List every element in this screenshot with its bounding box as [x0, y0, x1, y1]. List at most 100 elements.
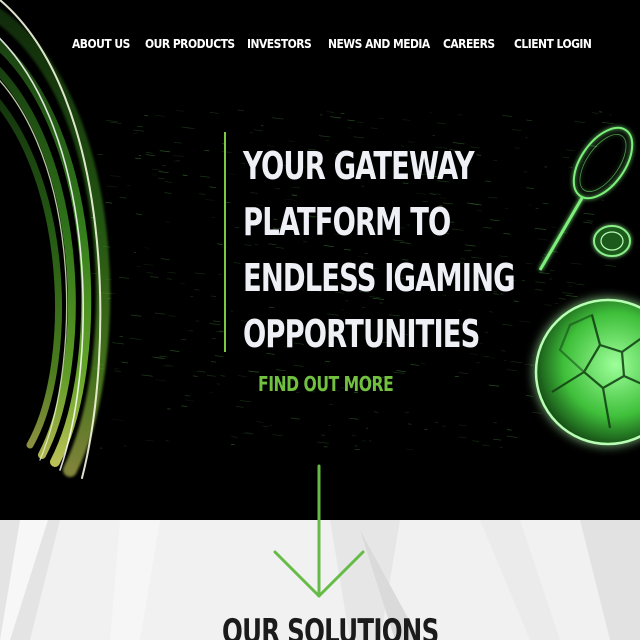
particle-streak [293, 364, 304, 367]
particle-streak [149, 276, 159, 278]
arrow-down-icon[interactable] [272, 462, 366, 602]
particle-streak [170, 350, 180, 352]
particle-streak [476, 362, 481, 364]
particle-streak [349, 417, 359, 420]
particle-streak [482, 444, 490, 447]
headline-line: ENDLESS IGAMING [243, 256, 516, 300]
particle-streak [180, 283, 186, 285]
particle-streak [205, 199, 215, 201]
particle-streak [237, 375, 247, 378]
particle-streak [173, 141, 182, 144]
hero-headline: YOUR GATEWAY PLATFORM TO ENDLESS IGAMING… [243, 138, 543, 362]
particle-streak [196, 370, 206, 373]
particle-streak [164, 192, 172, 194]
particle-streak [209, 186, 216, 188]
nav-news-and-media[interactable]: NEWS AND MEDIA [328, 34, 430, 54]
particle-streak [159, 355, 168, 358]
particle-streak [402, 119, 411, 121]
particle-streak [199, 175, 210, 178]
particle-streak [193, 375, 198, 377]
particle-streak [158, 177, 165, 180]
particle-streak [290, 417, 300, 420]
particle-streak [361, 440, 367, 442]
particle-streak [370, 127, 378, 130]
particle-streak [236, 406, 244, 408]
particle-streak [220, 375, 226, 377]
hero-section: ABOUT US OUR PRODUCTS INVESTORS NEWS AND… [0, 0, 640, 520]
particle-streak [457, 114, 463, 116]
particle-streak [198, 193, 206, 195]
nav-careers[interactable]: CAREERS [443, 34, 495, 54]
homepage: ABOUT US OUR PRODUCTS INVESTORS NEWS AND… [0, 0, 640, 640]
particle-streak [181, 338, 187, 341]
particle-streak [410, 364, 420, 366]
nav-about-us[interactable]: ABOUT US [72, 34, 130, 54]
particle-streak [167, 271, 176, 274]
find-out-more-link[interactable]: FIND OUT MORE [258, 371, 394, 397]
headline-line: OPPORTUNITIES [243, 312, 480, 356]
particle-streak [175, 109, 184, 112]
particle-streak [143, 263, 154, 266]
particle-streak [357, 121, 364, 124]
particle-streak [161, 258, 170, 261]
particle-streak [145, 154, 155, 156]
particle-streak [215, 331, 222, 333]
particle-streak [154, 312, 166, 315]
particle-streak [209, 112, 219, 114]
particle-streak [210, 295, 217, 297]
nav-our-products[interactable]: OUR PRODUCTS [145, 34, 235, 54]
particle-streak [272, 434, 284, 437]
particle-streak [194, 272, 205, 275]
particle-streak [378, 117, 384, 120]
particle-streak [172, 160, 179, 162]
particle-streak [173, 155, 184, 157]
particle-streak [317, 441, 329, 444]
particle-streak [227, 173, 236, 175]
solutions-heading: OUR SOLUTIONS [222, 612, 439, 640]
particle-streak [237, 109, 245, 112]
particle-streak [233, 262, 241, 264]
particle-streak [271, 117, 284, 120]
headline-line: YOUR GATEWAY [243, 144, 475, 188]
particle-streak [158, 171, 169, 174]
particle-streak [184, 399, 195, 402]
particle-streak [182, 174, 188, 176]
particle-streak [209, 323, 221, 326]
headline-line: PLATFORM TO [243, 200, 451, 244]
particle-streak [145, 152, 153, 154]
particle-streak [167, 278, 172, 280]
particle-streak [151, 174, 157, 176]
particle-streak [406, 448, 414, 451]
particle-streak [213, 320, 221, 323]
particle-streak [330, 116, 341, 119]
particle-streak [188, 330, 194, 332]
particle-streak [204, 149, 210, 152]
particle-streak [144, 247, 149, 249]
green-swirl-graphic [0, 0, 111, 479]
particle-streak [141, 374, 153, 377]
particle-streak [154, 114, 165, 117]
nav-investors[interactable]: INVESTORS [247, 34, 312, 54]
particle-streak [318, 135, 331, 138]
particle-streak [168, 315, 177, 317]
particle-streak [472, 440, 480, 442]
particle-streak [181, 405, 188, 407]
coin-icon [593, 225, 631, 257]
particle-streak [347, 119, 355, 122]
particle-streak [185, 395, 191, 397]
particle-streak [231, 436, 238, 438]
particle-streak [145, 439, 155, 442]
soccer-ball-icon [534, 298, 640, 446]
particle-streak [159, 150, 171, 153]
particle-streak [436, 122, 446, 125]
particle-streak [393, 371, 405, 374]
particle-streak [214, 355, 224, 357]
headline-accent-bar [224, 132, 226, 352]
particle-streak [458, 372, 468, 374]
particle-streak [194, 289, 200, 291]
particle-streak [225, 201, 231, 204]
particle-streak [211, 361, 217, 363]
particle-streak [216, 243, 223, 245]
particle-streak [396, 370, 406, 373]
particle-streak [146, 272, 153, 274]
